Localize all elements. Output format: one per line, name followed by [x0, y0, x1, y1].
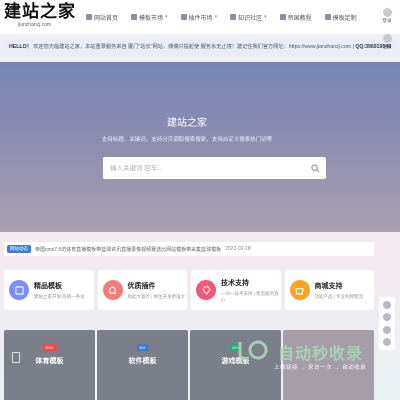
- search-input[interactable]: [103, 157, 326, 179]
- card-support[interactable]: 技术支持 一对一技术支持 | 售后服务放心: [191, 270, 281, 310]
- news-ticker: 网站动态 帝国cms7.5仿体育直播模板带篮球资讯直播录像视频赛选比网站模板带采…: [4, 242, 374, 256]
- tile-badge: 200+: [41, 344, 58, 351]
- top-header: 建站之家 jianzhanzj.com 网站首页 模板市场 ▾ 插件市场 ▾ 知…: [0, 0, 400, 34]
- chat-icon[interactable]: [383, 325, 391, 334]
- diamond-icon: [196, 280, 216, 300]
- site-logo[interactable]: 建站之家 jianzhanzj.com: [4, 2, 86, 32]
- card-desc: 建站之家开发/热销一条龙: [34, 293, 85, 299]
- tile-label: 软件模板: [128, 358, 157, 365]
- nav-item-plugins[interactable]: 插件市场 ▾: [180, 13, 218, 22]
- ticker-date: 2022-02-18: [225, 246, 251, 252]
- tile-badge: 20+: [136, 344, 149, 351]
- chevron-down-icon: ▾: [264, 14, 267, 20]
- card-plugins[interactable]: 优质插件 助起大喜叶 | 易生开发更强大: [97, 270, 187, 310]
- card-title: 精品模板: [34, 282, 62, 290]
- watermark-sub: 上线链接 → 来访一次 → 自动收录: [274, 365, 367, 371]
- card-desc: 助起大喜叶 | 易生开发更强大: [127, 293, 186, 299]
- notice-text: 欢迎您光临建站之家，本站重录服务来自 厦门"站长"网站，偶偶只提起使 服务永无止…: [33, 44, 352, 50]
- custom-icon: [324, 14, 331, 20]
- chevron-down-icon: ▾: [214, 14, 218, 20]
- logo-text: 建站之家: [4, 2, 76, 22]
- nav-item-home[interactable]: 网站首页: [86, 13, 118, 22]
- back-to-top-icon[interactable]: [383, 337, 391, 346]
- nav-label: 网站首页: [94, 15, 119, 22]
- search-icon[interactable]: [308, 161, 322, 175]
- nav-label: 插件市场: [188, 15, 213, 22]
- chevron-down-icon: ▾: [165, 14, 168, 20]
- ticker-link[interactable]: 帝国cms7.5仿体育直播模板带篮球资讯直播录像视频赛选比网站模板带采集篮球模板: [35, 246, 221, 253]
- main-nav: 网站首页 模板市场 ▾ 插件市场 ▾ 知识社区 ▾ 帝国教程 模板定制: [86, 0, 370, 34]
- card-title: 技术支持: [221, 279, 249, 287]
- user-icon: [382, 8, 392, 17]
- card-title: 优质插件: [127, 282, 156, 290]
- card-title: 商城支持: [314, 282, 343, 290]
- nav-item-community[interactable]: 知识社区 ▾: [230, 13, 267, 22]
- nav-item-custom[interactable]: 模板定制: [324, 13, 357, 22]
- nav-label: 模板市场: [139, 15, 164, 22]
- login-button[interactable]: 登录: [378, 8, 396, 24]
- notice-hello: HELLO！: [9, 44, 32, 50]
- tutorial-icon: [279, 14, 286, 20]
- nav-label: 帝国教程: [287, 15, 312, 22]
- tile-software[interactable]: 20+ 软件模板: [97, 330, 188, 400]
- watermark-title: 自动秒收录: [278, 346, 364, 363]
- tile-sports[interactable]: 200+ 体育模板: [4, 330, 95, 400]
- login-label: 登录: [382, 18, 392, 23]
- ticker-tag: 网站动态: [7, 245, 31, 253]
- plugin-icon: [180, 14, 187, 20]
- right-sidebar: 登录 注册: [376, 0, 400, 400]
- float-tools: [379, 297, 395, 350]
- book-icon: [230, 14, 237, 20]
- user-icon[interactable]: [383, 313, 391, 322]
- nav-label: 模板定制: [332, 15, 357, 22]
- watermark: 自动秒收录 上线链接 → 来访一次 → 自动收录: [232, 336, 382, 376]
- template-icon: [131, 14, 138, 20]
- card-templates[interactable]: 精品模板 建站之家开发/热销一条龙: [4, 270, 94, 310]
- template-icon: [9, 280, 29, 300]
- card-store[interactable]: 商城支持 功能产品 | 专业购物使流: [284, 270, 374, 310]
- nav-label: 知识社区: [238, 15, 263, 22]
- card-desc: 一对一技术支持 | 售后服务放心: [221, 290, 279, 302]
- register-icon: [382, 34, 392, 43]
- hero-banner: 建站之家 支持标题、关键词，支持分页调取搜索搜索，支持自定义搜索热门词等: [0, 62, 400, 232]
- register-label: 注册: [382, 44, 392, 49]
- register-button[interactable]: 注册: [378, 34, 396, 50]
- home-icon: [86, 14, 92, 20]
- hero-title: 建站之家: [167, 118, 207, 129]
- logo-domain: jianzhanzj.com: [18, 22, 52, 28]
- tile-label: 体育模板: [35, 358, 64, 365]
- store-icon: [289, 280, 310, 300]
- notice-bar: HELLO！ 欢迎您光临建站之家，本站重录服务来自 厦门"站长"网站，偶偶只提起…: [4, 39, 396, 56]
- home-icon[interactable]: [383, 301, 391, 310]
- nav-item-templates[interactable]: 模板市场 ▾: [131, 13, 168, 22]
- card-desc: 功能产品 | 专业购物使流: [314, 293, 364, 299]
- watermark-logo-icon: [238, 340, 268, 361]
- nav-item-tutorials[interactable]: 帝国教程: [279, 13, 312, 22]
- feature-cards: 精品模板 建站之家开发/热销一条龙 优质插件 助起大喜叶 | 易生开发更强大 技…: [4, 270, 374, 310]
- hero-subtitle: 支持标题、关键词，支持分页调取搜索搜索，支持自定义搜索热门词等: [101, 137, 273, 143]
- plugin-icon: [102, 280, 123, 300]
